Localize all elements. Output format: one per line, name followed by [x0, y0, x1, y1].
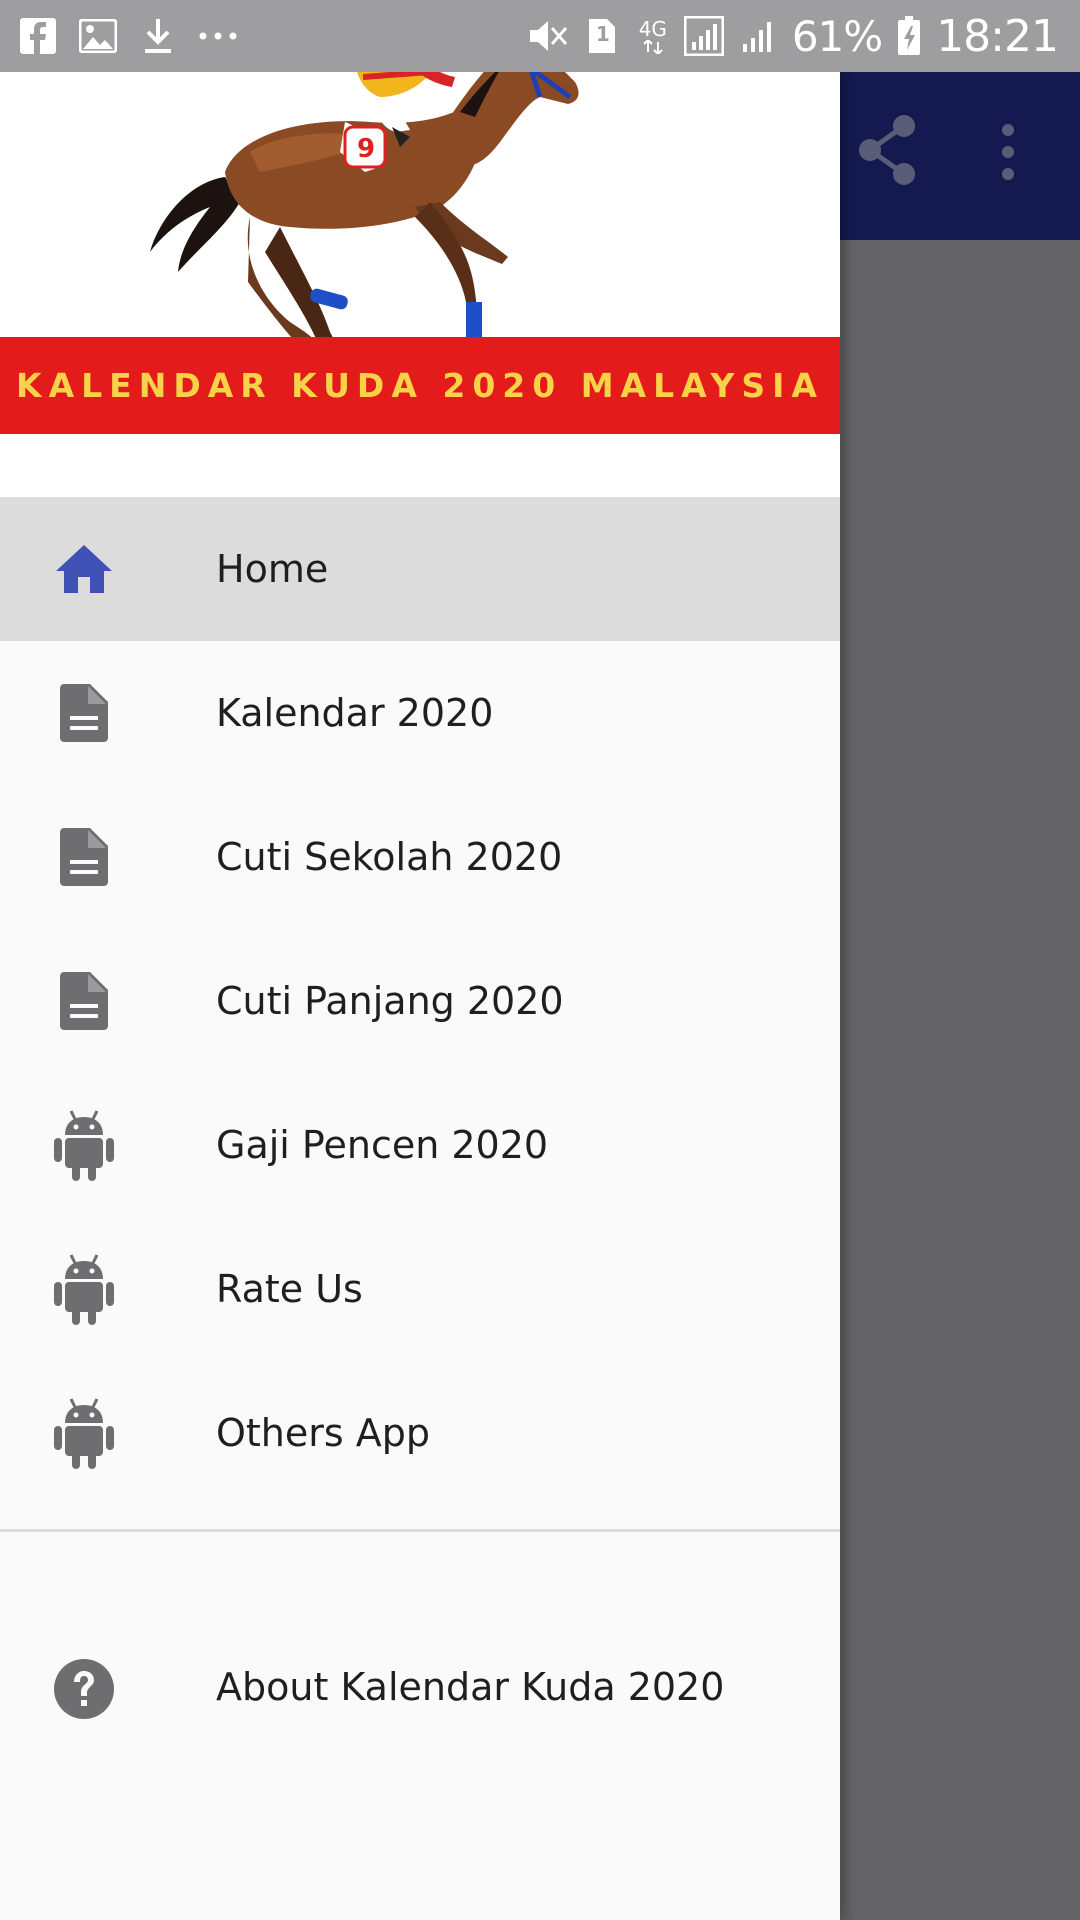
drawer-header: 9 KALENDAR KUDA 2020 MALAYSIA [0, 8, 840, 497]
menu-item-label: Rate Us [216, 1267, 363, 1311]
signal-icon [683, 16, 724, 56]
svg-text:9: 9 [357, 134, 375, 164]
menu-item-gaji-pencen-2020[interactable]: Gaji Pencen 2020 [0, 1073, 840, 1217]
menu-item-kalendar-2020[interactable]: Kalendar 2020 [0, 641, 840, 785]
document-icon [52, 681, 116, 745]
status-bar: 1 4G 61% 18:21 [0, 0, 1080, 72]
battery-charging-icon [896, 16, 922, 56]
menu-item-label: Cuti Panjang 2020 [216, 979, 564, 1023]
menu-item-label: Home [216, 547, 329, 591]
clock: 18:21 [936, 10, 1059, 62]
gallery-icon [78, 16, 118, 56]
more-vert-icon[interactable] [986, 120, 1030, 184]
share-icon[interactable] [858, 112, 918, 188]
menu-item-label: Others App [216, 1411, 431, 1455]
banner-title: KALENDAR KUDA 2020 MALAYSIA [16, 366, 824, 405]
android-icon [52, 1398, 116, 1469]
more-notifications-icon [198, 16, 238, 56]
menu-item-label: Cuti Sekolah 2020 [216, 835, 563, 879]
network-4g-icon: 4G [636, 16, 670, 56]
sim-number: 1 [595, 22, 610, 46]
android-icon [52, 1254, 116, 1325]
facebook-icon [18, 16, 58, 56]
download-icon [138, 16, 178, 56]
menu-item-label: Gaji Pencen 2020 [216, 1123, 549, 1167]
document-icon [52, 969, 116, 1033]
menu-divider [0, 1529, 840, 1532]
menu-item-about[interactable]: About Kalendar Kuda 2020 [0, 1629, 840, 1749]
menu-item-rate-us[interactable]: Rate Us [0, 1217, 840, 1361]
menu-item-cuti-sekolah-2020[interactable]: Cuti Sekolah 2020 [0, 785, 840, 929]
sim-icon: 1 [582, 16, 622, 56]
menu-item-cuti-panjang-2020[interactable]: Cuti Panjang 2020 [0, 929, 840, 1073]
document-icon [52, 825, 116, 889]
mute-icon [528, 16, 568, 56]
help-icon [52, 1657, 116, 1721]
signal-icon [738, 16, 778, 56]
menu-item-label: Kalendar 2020 [216, 691, 494, 735]
menu-item-label: About Kalendar Kuda 2020 [216, 1665, 725, 1709]
home-icon [52, 537, 116, 601]
menu-item-others-app[interactable]: Others App [0, 1361, 840, 1505]
drawer-menu: Home Kalendar 2020 Cuti Sekolah 2020 Cut… [0, 497, 840, 1505]
menu-item-home[interactable]: Home [0, 497, 840, 641]
android-icon [52, 1110, 116, 1181]
header-banner: KALENDAR KUDA 2020 MALAYSIA [0, 337, 840, 434]
battery-percent: 61% [791, 11, 883, 61]
navigation-drawer: 9 KALENDAR KUDA 2020 MALAYSIA Home Kalen… [0, 8, 840, 1920]
